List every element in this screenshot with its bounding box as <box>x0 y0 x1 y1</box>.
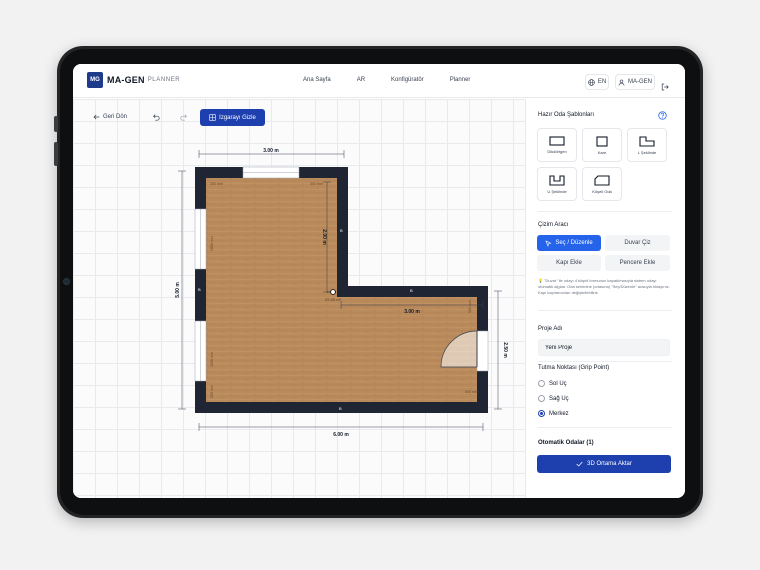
logo[interactable]: MG MA-GEN PLANNER <box>87 72 180 88</box>
floor-plan-drawing[interactable]: B B B B B 300 mm 300 mm 1800 mm 1500 mm … <box>73 99 525 498</box>
help-icon[interactable] <box>658 111 667 120</box>
globe-icon <box>588 78 595 86</box>
export-3d-button[interactable]: 3D Ortama Aktar <box>537 455 671 473</box>
language-label: EN <box>597 79 607 85</box>
export-3d-label: 3D Ortama Aktar <box>587 461 632 467</box>
project-name-title: Proje Adı <box>538 326 563 332</box>
divider <box>538 361 672 362</box>
radio-button[interactable] <box>538 380 545 387</box>
u-shape-icon <box>549 174 565 186</box>
nav-ar[interactable]: AR <box>357 77 365 83</box>
wall-length-label: 500 mm <box>465 390 478 394</box>
right-panel: Hazır Oda Şablonları Dikdörtgen Kare L Ş… <box>525 99 685 498</box>
dim-bottom-label: 6.00 m <box>333 432 349 438</box>
nav-configurator[interactable]: Konfigüratör <box>391 77 424 83</box>
rectangle-shape-icon <box>549 136 565 146</box>
wall-length-label: 300 mm <box>310 182 323 186</box>
template-l-shape[interactable]: L Şeklinde <box>627 128 667 162</box>
logo-badge: MG <box>87 72 103 88</box>
templates-title: Hazır Oda Şablonları <box>538 112 595 118</box>
logo-name: MA-GEN <box>107 75 145 85</box>
nav-planner[interactable]: Planner <box>450 77 471 83</box>
wall-id: B <box>340 228 343 233</box>
dim-left-label: 5.00 m <box>175 282 181 298</box>
select-edit-label: Seç / Düzenle <box>555 240 593 246</box>
draw-wall-label: Duvar Çiz <box>624 240 651 246</box>
dim-inner-horizontal-label: 3.00 m <box>404 309 420 315</box>
radio-button-selected[interactable] <box>538 410 545 417</box>
check-icon <box>576 461 583 467</box>
l-shape-icon <box>639 135 655 147</box>
main-nav: Ana Sayfa AR Konfigüratör Planner <box>303 77 496 83</box>
wall-length-label: 300 mm <box>210 182 223 186</box>
wall-id: B <box>410 288 413 293</box>
divider <box>538 427 672 428</box>
grip-option-right[interactable]: Sağ Uç <box>538 395 569 402</box>
grip-option-label: Sağ Uç <box>549 395 569 402</box>
template-u-shape[interactable]: U Şeklinde <box>537 167 577 201</box>
wall-length-label: 1800 mm <box>210 236 214 251</box>
square-shape-icon <box>596 135 608 147</box>
auto-rooms-title[interactable]: Otomatik Odalar (1) <box>538 440 594 446</box>
draw-wall-button[interactable]: Duvar Çiz <box>605 235 670 251</box>
template-label: Dikdörtgen <box>547 149 567 154</box>
tablet-volume-button <box>54 142 58 166</box>
select-edit-button[interactable]: Seç / Düzenle <box>537 235 601 251</box>
add-door-label: Kapı Ekle <box>556 260 582 266</box>
wall-length-label: 1500 mm <box>210 352 214 367</box>
user-label: MA-GEN <box>628 79 652 85</box>
add-window-button[interactable]: Pencere Ekle <box>605 255 670 271</box>
grip-option-center[interactable]: Merkez <box>538 410 569 417</box>
wall-id: B <box>339 406 342 411</box>
top-header: MG MA-GEN PLANNER Ana Sayfa AR Konfigüra… <box>73 64 685 98</box>
room-area-label: 22.00 m² <box>325 297 341 302</box>
template-label: U Şeklinde <box>547 188 567 194</box>
floor-plan-canvas[interactable]: Geri Dön Izgarayı Gizle B B B B B 300 mm… <box>73 99 525 498</box>
grip-point-title: Tutma Noktası (Grip Point) <box>538 365 610 371</box>
logout-icon <box>661 83 669 91</box>
wall-length-label: 500 mm <box>468 300 472 313</box>
template-square[interactable]: Kare <box>582 128 622 162</box>
project-name-input[interactable] <box>538 339 670 356</box>
cursor-icon <box>545 239 552 247</box>
dim-right-label: 2.50 m <box>502 342 508 358</box>
radio-button[interactable] <box>538 395 545 402</box>
add-window-label: Pencere Ekle <box>619 260 656 266</box>
camera-icon <box>63 278 70 285</box>
drawing-hint-text: 💡 "Duvar" ile odayı 4 köşeli formunun ka… <box>538 278 670 295</box>
template-label: L Şeklinde <box>637 149 657 155</box>
dim-top-label: 3.00 m <box>263 148 279 154</box>
corner-room-icon <box>594 174 610 186</box>
grip-point-handle[interactable] <box>330 289 336 295</box>
wall-id: B <box>480 347 483 352</box>
grip-option-label: Sol Uç <box>549 380 567 387</box>
dim-inner-vertical-label: 2.00 m <box>321 229 327 245</box>
add-door-button[interactable]: Kapı Ekle <box>537 255 601 271</box>
language-button[interactable]: EN <box>585 74 609 90</box>
template-label: Köşeli Oda <box>592 188 612 194</box>
grip-option-label: Merkez <box>549 410 569 417</box>
template-corner-room[interactable]: Köşeli Oda <box>582 167 622 201</box>
divider <box>538 211 672 212</box>
nav-home[interactable]: Ana Sayfa <box>303 77 331 83</box>
divider <box>538 310 672 311</box>
logout-button[interactable] <box>661 78 669 96</box>
user-menu-button[interactable]: MA-GEN <box>615 74 655 90</box>
logo-sub: PLANNER <box>147 77 181 83</box>
template-rectangle[interactable]: Dikdörtgen <box>537 128 577 162</box>
grip-option-left[interactable]: Sol Uç <box>538 380 567 387</box>
template-label: Kare <box>597 149 607 155</box>
tablet-volume-button <box>54 116 58 132</box>
drawing-tools-title: Çizim Aracı <box>538 222 569 228</box>
user-icon <box>618 79 625 86</box>
app-screen: MG MA-GEN PLANNER Ana Sayfa AR Konfigüra… <box>73 64 685 498</box>
wall-id: B <box>198 287 201 292</box>
wall-length-label: 500 mm <box>210 385 214 398</box>
